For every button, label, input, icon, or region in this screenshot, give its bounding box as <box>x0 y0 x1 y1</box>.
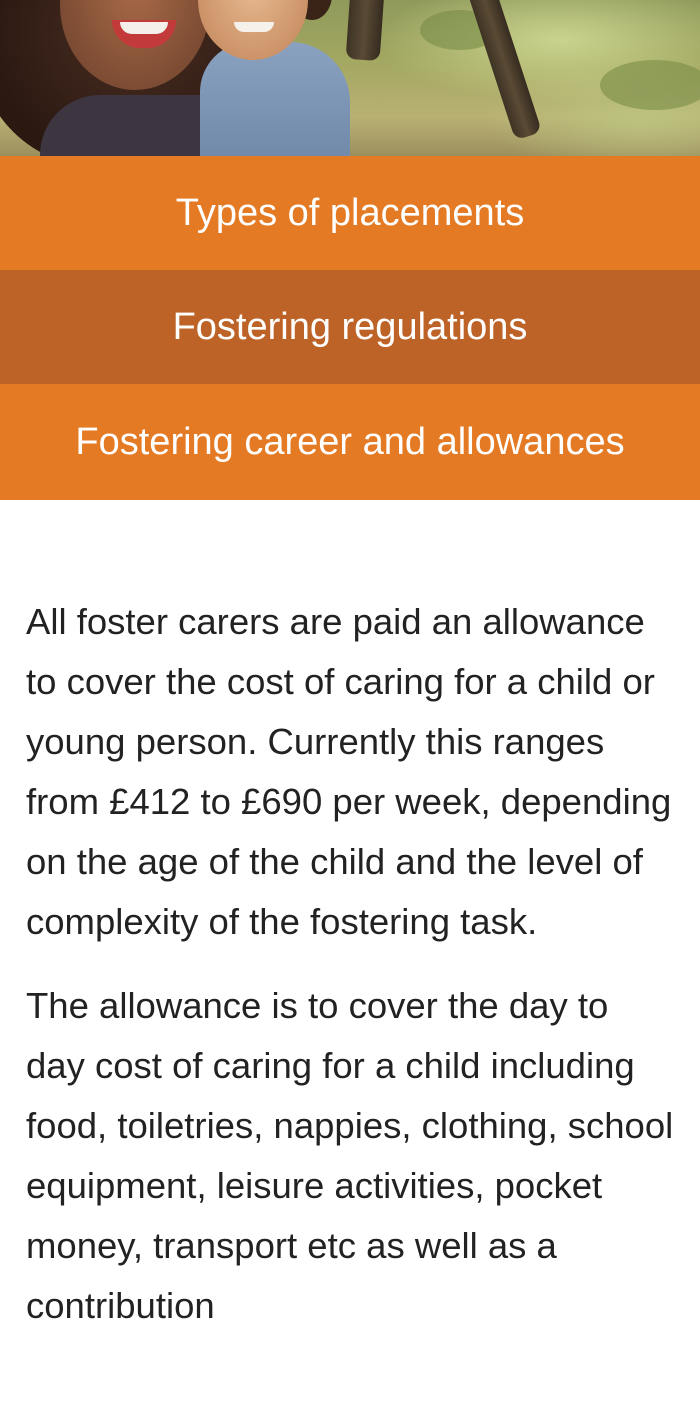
menu-item-types-of-placements[interactable]: Types of placements <box>0 156 700 270</box>
hero-foliage <box>600 60 700 110</box>
hero-woman-teeth <box>120 22 168 34</box>
hero-child-smile <box>234 22 274 32</box>
menu-item-fostering-career-and-allowances[interactable]: Fostering career and allowances <box>0 384 700 500</box>
hero-tree-trunk <box>345 0 385 62</box>
paragraph-allowance-coverage: The allowance is to cover the day to day… <box>26 985 674 1326</box>
paragraph-allowance-range: All foster carers are paid an allowance … <box>26 601 672 942</box>
hero-tree-trunk <box>465 0 543 141</box>
hero-child-denim-jacket <box>200 42 350 156</box>
section-menu: Types of placements Fostering regulation… <box>0 156 700 500</box>
hero-image-woman-and-child <box>0 0 700 156</box>
article-body: All foster carers are paid an allowance … <box>26 592 674 1360</box>
page: Types of placements Fostering regulation… <box>0 0 700 1416</box>
menu-item-fostering-regulations[interactable]: Fostering regulations <box>0 270 700 384</box>
